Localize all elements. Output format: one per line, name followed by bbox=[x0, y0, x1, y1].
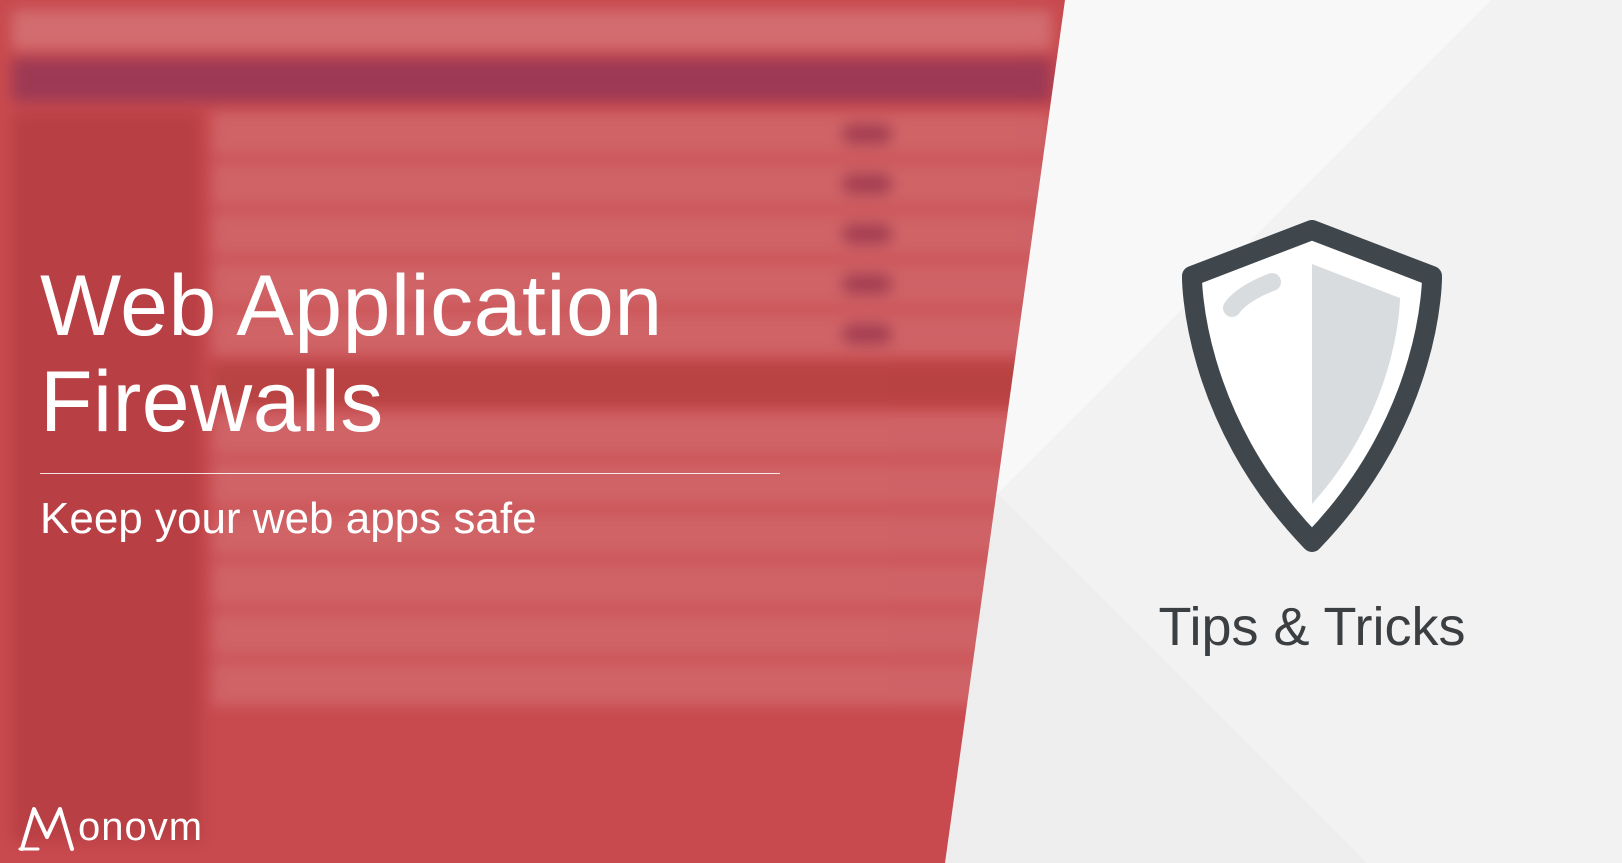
headline-line1: Web Application bbox=[40, 258, 663, 354]
promo-banner: Web Application Firewalls Keep your web … bbox=[0, 0, 1622, 863]
headline-line2: Firewalls bbox=[40, 354, 384, 450]
shield-icon bbox=[1152, 206, 1472, 566]
headline-subtitle: Keep your web apps safe bbox=[40, 494, 800, 544]
right-column: Tips & Tricks bbox=[1002, 0, 1622, 863]
brand-name: onovm bbox=[78, 805, 203, 850]
headline-divider bbox=[40, 473, 780, 474]
headline-title: Web Application Firewalls bbox=[40, 258, 800, 451]
brand-mark-icon bbox=[18, 801, 76, 853]
tips-and-tricks-label: Tips & Tricks bbox=[1158, 596, 1465, 658]
brand-logo: onovm bbox=[18, 801, 203, 853]
headline-block: Web Application Firewalls Keep your web … bbox=[40, 258, 800, 544]
